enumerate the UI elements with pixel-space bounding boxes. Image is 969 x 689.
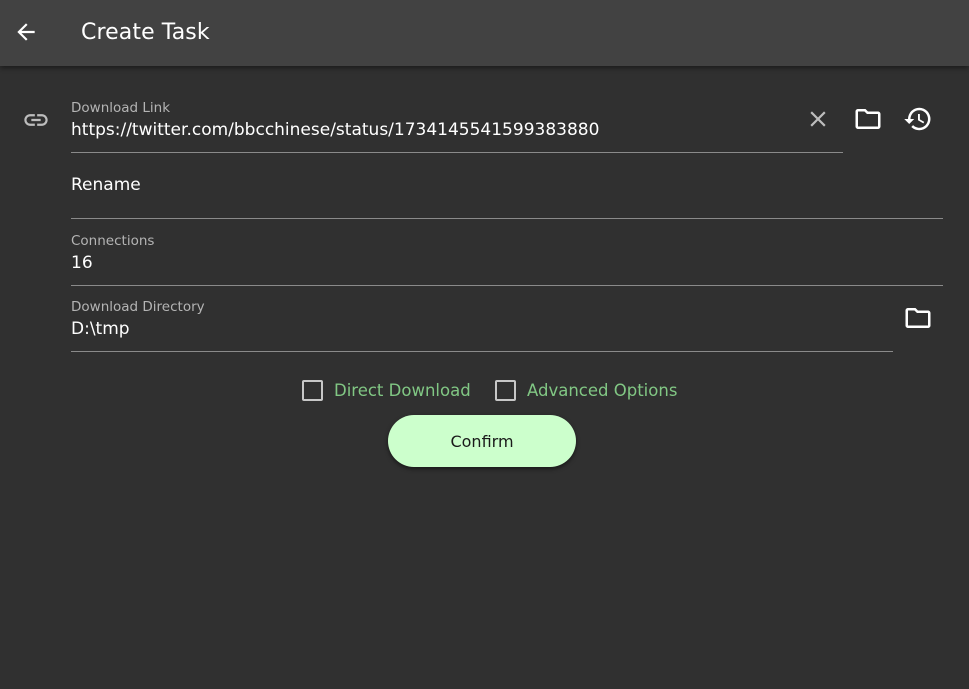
link-icon: [22, 106, 50, 134]
clear-link-button[interactable]: [804, 105, 832, 133]
download-directory-label: Download Directory: [71, 299, 205, 315]
download-directory-input[interactable]: D:\tmp: [71, 318, 130, 340]
confirm-button[interactable]: Confirm: [388, 415, 576, 467]
download-directory-underline: [71, 351, 893, 352]
connections-label: Connections: [71, 233, 155, 249]
download-link-input[interactable]: https://twitter.com/bbcchinese/status/17…: [71, 119, 599, 141]
create-task-screen: Create Task Download Link https://twitte…: [0, 0, 969, 689]
advanced-options-checkbox[interactable]: [495, 380, 516, 401]
advanced-options-option[interactable]: Advanced Options: [495, 380, 677, 401]
close-icon: [805, 106, 831, 132]
direct-download-checkbox[interactable]: [302, 380, 323, 401]
direct-download-option[interactable]: Direct Download: [302, 380, 471, 401]
connections-field[interactable]: Connections 16: [71, 233, 943, 286]
browse-directory-button[interactable]: [903, 303, 933, 333]
rename-field[interactable]: Rename: [71, 166, 943, 219]
back-button[interactable]: [11, 17, 41, 47]
connections-input[interactable]: 16: [71, 252, 93, 274]
folder-icon: [903, 303, 933, 333]
download-link-field[interactable]: Download Link https://twitter.com/bbcchi…: [71, 100, 843, 153]
rename-input[interactable]: Rename: [71, 174, 141, 196]
download-directory-field[interactable]: Download Directory D:\tmp: [71, 299, 893, 352]
page-title: Create Task: [81, 20, 210, 45]
history-icon: [903, 104, 933, 134]
advanced-options-label[interactable]: Advanced Options: [527, 381, 677, 401]
direct-download-label[interactable]: Direct Download: [334, 381, 471, 401]
download-link-label: Download Link: [71, 100, 171, 116]
open-link-file-button[interactable]: [853, 104, 883, 134]
app-bar: Create Task: [0, 0, 969, 66]
connections-underline: [71, 285, 943, 286]
download-link-underline: [71, 152, 843, 153]
folder-icon: [853, 104, 883, 134]
arrow-back-icon: [13, 19, 39, 45]
rename-underline: [71, 218, 943, 219]
history-button[interactable]: [903, 104, 933, 134]
confirm-label: Confirm: [450, 431, 514, 451]
